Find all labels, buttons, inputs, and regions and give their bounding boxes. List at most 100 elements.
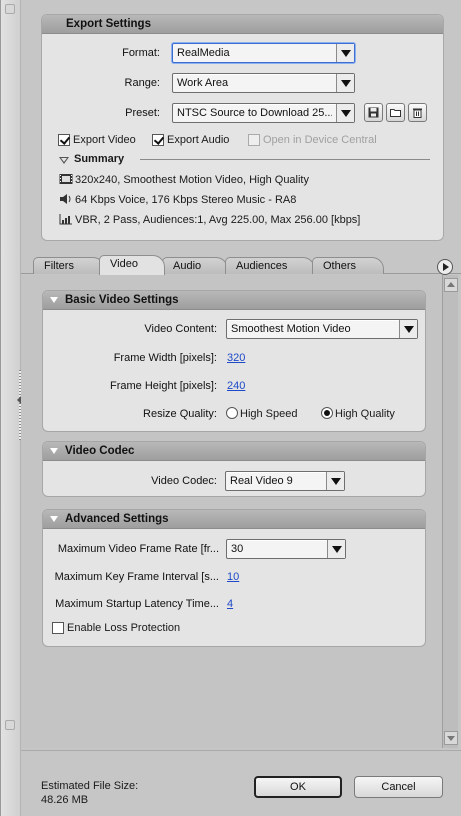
video-codec-dropdown[interactable]: Real Video 9 — [225, 471, 345, 491]
video-codec-header[interactable]: Video Codec — [43, 442, 425, 461]
chevron-down-icon — [50, 297, 58, 303]
save-preset-button[interactable] — [364, 103, 383, 122]
resize-high-speed-radio[interactable] — [226, 407, 238, 419]
tab-others[interactable]: Others — [312, 257, 384, 274]
max-startup-latency-value[interactable]: 4 — [227, 598, 233, 610]
estimated-file-size-value: 48.26 MB — [41, 794, 89, 806]
open-device-central-checkbox[interactable] — [248, 134, 260, 146]
range-dropdown[interactable]: Work Area — [172, 73, 355, 93]
scroll-up-icon[interactable] — [444, 278, 458, 292]
import-preset-button[interactable] — [386, 103, 405, 122]
max-key-frame-value[interactable]: 10 — [227, 571, 239, 583]
format-label: Format: — [122, 47, 160, 59]
export-video-checkbox[interactable] — [58, 134, 70, 146]
resize-high-speed-label: High Speed — [240, 408, 298, 420]
film-icon — [59, 174, 73, 184]
trash-icon — [413, 108, 422, 118]
speaker-icon — [60, 194, 71, 204]
tab-label: Video — [110, 258, 138, 270]
resize-quality-label: Resize Quality: — [143, 408, 217, 420]
max-key-frame-label: Maximum Key Frame Interval [s... — [54, 571, 219, 583]
tab-label: Audio — [173, 260, 202, 272]
video-content-dropdown[interactable]: Smoothest Motion Video — [226, 319, 418, 339]
tab-audio[interactable]: Audio — [162, 257, 228, 274]
frame-height-label: Frame Height [pixels]: — [110, 380, 217, 392]
scroll-down-icon[interactable] — [444, 731, 458, 745]
tab-label: Filters — [44, 260, 74, 272]
summary-divider — [140, 159, 430, 160]
summary-audio-text: 64 Kbps Voice, 176 Kbps Stereo Music - R… — [75, 194, 297, 206]
summary-title: Summary — [74, 153, 125, 165]
export-settings-title: Export Settings — [42, 15, 443, 34]
format-value: RealMedia — [177, 47, 230, 59]
video-codec-section: Video Codec Video Codec: Real Video 9 — [42, 441, 426, 497]
save-icon — [368, 107, 379, 118]
ok-button[interactable]: OK — [254, 776, 342, 798]
video-codec-label: Video Codec: — [151, 475, 217, 487]
enable-loss-protection-checkbox[interactable] — [52, 622, 64, 634]
export-video-label: Export Video — [73, 134, 136, 146]
summary-video-text: 320x240, Smoothest Motion Video, High Qu… — [75, 174, 309, 186]
preset-dropdown[interactable]: NTSC Source to Download 25... — [172, 103, 355, 123]
max-frame-rate-dropdown[interactable]: 30 — [226, 539, 346, 559]
basic-video-settings-title: Basic Video Settings — [65, 294, 179, 306]
export-dialog: Export Settings Format: RealMedia Range:… — [0, 0, 461, 816]
summary-toggle-icon[interactable] — [59, 157, 69, 164]
delete-preset-button[interactable] — [408, 103, 427, 122]
frame-height-value[interactable]: 240 — [227, 380, 245, 392]
summary-line-bitrate: VBR, 2 Pass, Audiences:1, Avg 225.00, Ma… — [59, 212, 360, 228]
resize-high-quality-radio[interactable] — [321, 407, 333, 419]
export-settings-panel: Export Settings Format: RealMedia Range:… — [41, 14, 444, 241]
settings-tabs: Filters Video Audio Audiences Others — [21, 255, 461, 275]
video-codec-value: Real Video 9 — [230, 475, 293, 487]
export-audio-checkbox[interactable] — [152, 134, 164, 146]
folder-icon — [390, 109, 401, 117]
chevron-down-icon[interactable] — [336, 44, 354, 62]
video-codec-title: Video Codec — [65, 445, 135, 457]
tab-scroll-right-icon[interactable] — [437, 259, 453, 275]
max-startup-latency-label: Maximum Startup Latency Time... — [55, 598, 219, 610]
chevron-down-icon[interactable] — [336, 74, 354, 92]
export-audio-label: Export Audio — [167, 134, 230, 146]
video-content-value: Smoothest Motion Video — [231, 323, 351, 335]
chevron-down-icon — [50, 448, 58, 454]
chevron-down-icon — [50, 516, 58, 522]
advanced-settings-title: Advanced Settings — [65, 513, 169, 525]
open-device-central-label: Open in Device Central — [263, 134, 377, 146]
chevron-down-icon[interactable] — [336, 104, 354, 122]
preset-label: Preset: — [125, 107, 160, 119]
preset-value: NTSC Source to Download 25... — [177, 107, 332, 119]
max-frame-rate-label: Maximum Video Frame Rate [fr... — [57, 543, 219, 555]
tab-label: Others — [323, 260, 357, 272]
summary-line-audio: 64 Kbps Voice, 176 Kbps Stereo Music - R… — [59, 192, 296, 208]
enable-loss-protection-label: Enable Loss Protection — [67, 622, 181, 634]
frame-width-label: Frame Width [pixels]: — [113, 352, 217, 364]
tab-audiences[interactable]: Audiences — [225, 257, 315, 274]
resize-high-quality-label: High Quality — [335, 408, 395, 420]
estimated-file-size-label: Estimated File Size: — [41, 780, 139, 792]
summary-bitrate-text: VBR, 2 Pass, Audiences:1, Avg 225.00, Ma… — [75, 214, 361, 226]
footer-divider — [21, 750, 461, 751]
range-label: Range: — [124, 77, 160, 89]
frame-width-value[interactable]: 320 — [227, 352, 245, 364]
cancel-button[interactable]: Cancel — [354, 776, 443, 798]
bitrate-chart-icon — [59, 214, 72, 225]
tab-video[interactable]: Video — [99, 255, 165, 275]
format-dropdown[interactable]: RealMedia — [172, 43, 355, 63]
max-frame-rate-value: 30 — [231, 543, 244, 555]
chevron-down-icon[interactable] — [399, 320, 417, 338]
advanced-settings-header[interactable]: Advanced Settings — [43, 510, 425, 529]
tab-label: Audiences — [236, 260, 288, 272]
tab-filters[interactable]: Filters — [33, 257, 105, 274]
video-content-label: Video Content: — [144, 323, 217, 335]
basic-video-settings-header[interactable]: Basic Video Settings — [43, 291, 425, 310]
vertical-scrollbar[interactable] — [442, 275, 458, 748]
range-value: Work Area — [177, 77, 229, 89]
panel-collapse-strip[interactable] — [1, 0, 23, 816]
basic-video-settings-section: Basic Video Settings Video Content: Smoo… — [42, 290, 426, 432]
advanced-settings-section: Advanced Settings Maximum Video Frame Ra… — [42, 509, 426, 647]
chevron-down-icon[interactable] — [326, 472, 344, 490]
summary-line-video: 320x240, Smoothest Motion Video, High Qu… — [59, 172, 309, 188]
chevron-down-icon[interactable] — [327, 540, 345, 558]
strip-top-handle — [5, 4, 15, 14]
